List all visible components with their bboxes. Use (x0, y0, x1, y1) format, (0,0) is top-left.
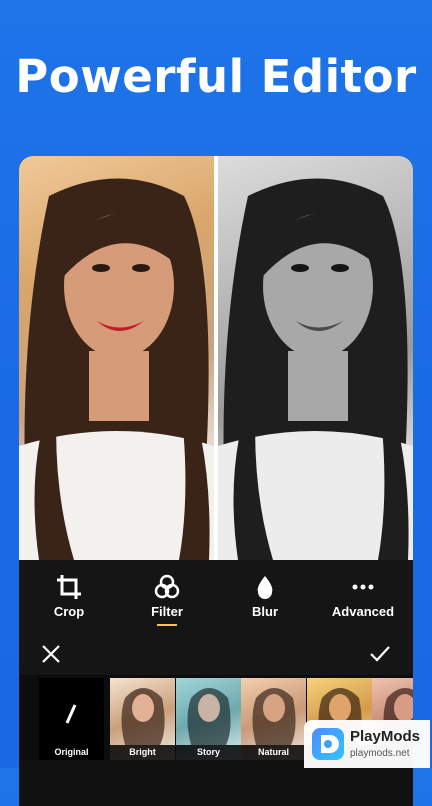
tool-filter-label: Filter (151, 604, 183, 619)
filter-bright[interactable]: Bright (110, 678, 175, 760)
filter-original-label: Original (39, 745, 104, 760)
edit-toolbar: Crop Filter Blur Advanced (19, 560, 413, 635)
blur-drop-icon (216, 574, 314, 600)
watermark-name: PlayMods (350, 728, 421, 745)
crop-icon (20, 574, 118, 600)
tool-blur[interactable]: Blur (216, 574, 314, 619)
watermark-url: playmods.net (350, 748, 410, 759)
editor-screen: Crop Filter Blur Advanced Original Brigh… (19, 156, 413, 806)
tool-crop[interactable]: Crop (20, 574, 118, 619)
tool-advanced-label: Advanced (331, 604, 395, 619)
checkmark-icon[interactable] (369, 643, 391, 665)
filter-natural-label: Natural (241, 745, 306, 760)
tool-advanced[interactable]: Advanced (314, 574, 412, 619)
filter-story[interactable]: Story (176, 678, 241, 760)
tool-filter[interactable]: Filter (118, 574, 216, 626)
filter-action-bar (19, 635, 413, 675)
close-icon[interactable] (40, 643, 62, 665)
tool-crop-label: Crop (53, 604, 85, 619)
none-slash-icon (65, 704, 77, 724)
before-after-preview (19, 156, 413, 560)
filter-natural[interactable]: Natural (241, 678, 306, 760)
original-photo (19, 156, 214, 560)
headline-title: Powerful Editor (15, 50, 417, 103)
filter-story-label: Story (176, 745, 241, 760)
filter-bright-label: Bright (110, 745, 175, 760)
filtered-photo (218, 156, 413, 560)
playmods-watermark: PlayMods playmods.net (304, 720, 430, 768)
playmods-logo-icon (312, 728, 344, 760)
filter-original[interactable]: Original (39, 678, 104, 760)
tool-blur-label: Blur (252, 604, 278, 619)
filter-icon (118, 574, 216, 600)
more-dots-icon (314, 574, 412, 600)
active-tab-indicator (157, 624, 177, 626)
